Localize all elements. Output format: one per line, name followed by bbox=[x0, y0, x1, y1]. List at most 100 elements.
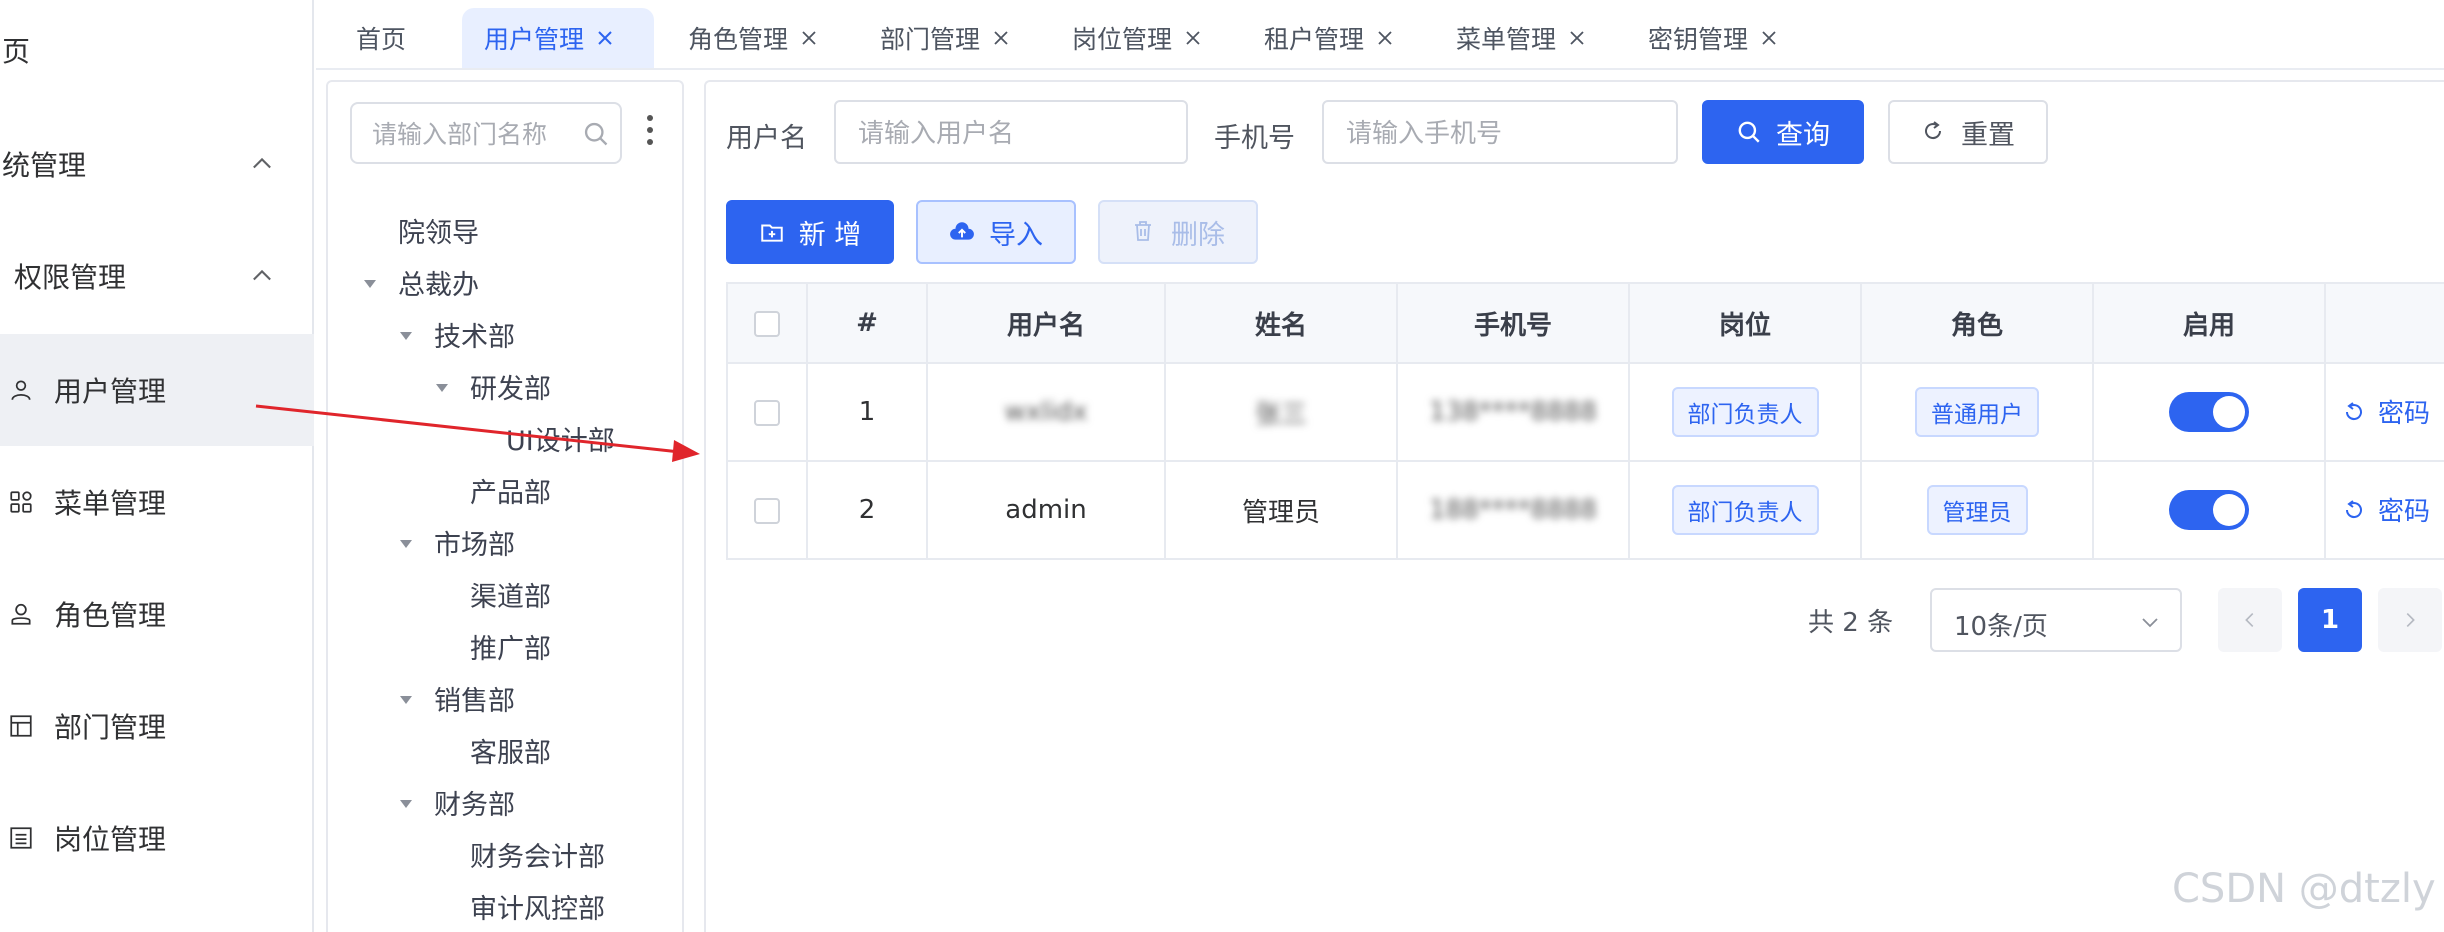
sidebar-item-permission[interactable]: 权限管理 bbox=[0, 220, 314, 332]
tab-secret-keys[interactable]: 密钥管理 bbox=[1648, 8, 1780, 68]
role-tag: 普通用户 bbox=[1915, 387, 2039, 437]
close-icon[interactable] bbox=[1758, 27, 1780, 49]
page-number-button[interactable]: 1 bbox=[2298, 588, 2362, 652]
next-page-button[interactable] bbox=[2378, 588, 2442, 652]
reset-password-link[interactable]: 密码 bbox=[2342, 491, 2430, 528]
post-tag: 部门负责人 bbox=[1671, 387, 1819, 437]
tab-label: 菜单管理 bbox=[1456, 25, 1557, 54]
search-icon[interactable] bbox=[582, 120, 610, 148]
caret-down-icon[interactable] bbox=[398, 538, 414, 550]
tree-node[interactable]: 技术部 bbox=[434, 312, 515, 356]
caret-down-icon[interactable] bbox=[398, 798, 414, 810]
table-row: 2 admin 管理员 188****8888 部门负责人 管理员 密码 bbox=[726, 460, 2444, 560]
sidebar-item-departments[interactable]: 部门管理 bbox=[0, 670, 314, 782]
sidebar-item-posts[interactable]: 岗位管理 bbox=[0, 782, 314, 894]
tree-node[interactable]: 总裁办 bbox=[398, 260, 479, 304]
tab-posts[interactable]: 岗位管理 bbox=[1072, 8, 1204, 68]
select-all-checkbox[interactable] bbox=[754, 310, 780, 337]
tab-label: 部门管理 bbox=[880, 25, 981, 54]
tree-node[interactable]: 渠道部 bbox=[470, 572, 551, 616]
row-name: 张三 bbox=[1254, 399, 1307, 430]
row-role-cell: 管理员 bbox=[1860, 460, 2094, 560]
delete-button[interactable]: 删除 bbox=[1098, 200, 1258, 264]
sidebar-item-system[interactable]: 统管理 bbox=[0, 108, 314, 220]
tree-node[interactable]: UI设计部 bbox=[506, 416, 615, 460]
caret-down-icon[interactable] bbox=[362, 278, 378, 290]
trash-icon bbox=[1131, 219, 1157, 245]
column-header: 岗位 bbox=[1628, 282, 1862, 364]
tab-roles[interactable]: 角色管理 bbox=[688, 8, 820, 68]
tree-node-label: 财务会计部 bbox=[470, 841, 605, 873]
sidebar-item-label: 角色管理 bbox=[54, 599, 167, 632]
tree-node[interactable]: 推广部 bbox=[470, 624, 551, 668]
add-button[interactable]: 新 增 bbox=[726, 200, 894, 264]
row-checkbox[interactable] bbox=[754, 497, 780, 524]
import-button[interactable]: 导入 bbox=[916, 200, 1076, 264]
tab-label: 角色管理 bbox=[688, 25, 789, 54]
query-button-label: 查询 bbox=[1776, 119, 1830, 151]
tab-label: 岗位管理 bbox=[1072, 25, 1173, 54]
username-input[interactable] bbox=[858, 114, 1158, 154]
tree-node[interactable]: 财务会计部 bbox=[470, 832, 605, 876]
query-button[interactable]: 查询 bbox=[1702, 100, 1864, 164]
enabled-toggle[interactable] bbox=[2169, 392, 2249, 432]
building-icon bbox=[6, 711, 36, 741]
tree-node[interactable]: 财务部 bbox=[434, 780, 515, 824]
tree-node-label: UI设计部 bbox=[506, 425, 615, 457]
close-icon[interactable] bbox=[990, 27, 1012, 49]
toggle-knob bbox=[2213, 494, 2245, 526]
tree-node[interactable]: 销售部 bbox=[434, 676, 515, 720]
caret-down-icon[interactable] bbox=[398, 694, 414, 706]
tree-node-label: 院领导 bbox=[398, 217, 479, 249]
select-all-cell bbox=[726, 282, 808, 364]
caret-down-icon[interactable] bbox=[434, 382, 450, 394]
reset-button[interactable]: 重置 bbox=[1888, 100, 2048, 164]
column-header: 姓名 bbox=[1164, 282, 1398, 364]
tree-node-label: 市场部 bbox=[434, 529, 515, 561]
tree-node-label: 研发部 bbox=[470, 373, 551, 405]
sidebar-item-menus[interactable]: 菜单管理 bbox=[0, 446, 314, 558]
tree-node[interactable]: 客服部 bbox=[470, 728, 551, 772]
tab-label: 首页 bbox=[356, 25, 407, 54]
sidebar-item-roles[interactable]: 角色管理 bbox=[0, 558, 314, 670]
phone-input[interactable] bbox=[1346, 114, 1646, 154]
user-icon bbox=[6, 375, 36, 405]
reset-password-link[interactable]: 密码 bbox=[2342, 393, 2430, 430]
close-icon[interactable] bbox=[1374, 27, 1396, 49]
previous-page-button[interactable] bbox=[2218, 588, 2282, 652]
tree-node[interactable]: 市场部 bbox=[434, 520, 515, 564]
tab-label: 密钥管理 bbox=[1648, 25, 1749, 54]
column-header-actions bbox=[2324, 282, 2444, 364]
tab-tenants[interactable]: 租户管理 bbox=[1264, 8, 1396, 68]
row-enabled-cell bbox=[2092, 362, 2326, 462]
tree-node[interactable]: 审计风控部 bbox=[470, 884, 605, 928]
close-icon[interactable] bbox=[1566, 27, 1588, 49]
tab-label: 用户管理 bbox=[484, 25, 585, 54]
row-actions-cell: 密码 bbox=[2324, 460, 2444, 560]
row-username-cell: wxlidx bbox=[926, 362, 1166, 462]
enabled-toggle[interactable] bbox=[2169, 490, 2249, 530]
dept-search-box bbox=[350, 102, 622, 164]
sidebar-item-users[interactable]: 用户管理 bbox=[0, 334, 314, 446]
tab-users[interactable]: 用户管理 bbox=[462, 8, 654, 68]
row-phone-cell: 188****8888 bbox=[1396, 460, 1630, 560]
tab-departments[interactable]: 部门管理 bbox=[880, 8, 1012, 68]
more-vertical-icon[interactable] bbox=[638, 112, 662, 148]
row-post-cell: 部门负责人 bbox=[1628, 460, 1862, 560]
post-tag: 部门负责人 bbox=[1671, 485, 1819, 535]
sidebar-item-home[interactable]: 页 bbox=[0, 0, 314, 106]
chevron-down-icon bbox=[2142, 618, 2158, 628]
tree-node[interactable]: 院领导 bbox=[398, 208, 479, 252]
close-icon[interactable] bbox=[1182, 27, 1204, 49]
page-size-select[interactable]: 10条/页 bbox=[1930, 588, 2182, 652]
list-icon bbox=[6, 823, 36, 853]
caret-down-icon[interactable] bbox=[398, 330, 414, 342]
tree-node[interactable]: 研发部 bbox=[470, 364, 551, 408]
close-icon[interactable] bbox=[798, 27, 820, 49]
close-icon[interactable] bbox=[594, 27, 616, 49]
row-checkbox[interactable] bbox=[754, 399, 780, 426]
tab-menus[interactable]: 菜单管理 bbox=[1456, 8, 1588, 68]
tab-home[interactable]: 首页 bbox=[356, 8, 406, 68]
dept-search-input[interactable] bbox=[372, 114, 572, 154]
tree-node[interactable]: 产品部 bbox=[470, 468, 551, 512]
